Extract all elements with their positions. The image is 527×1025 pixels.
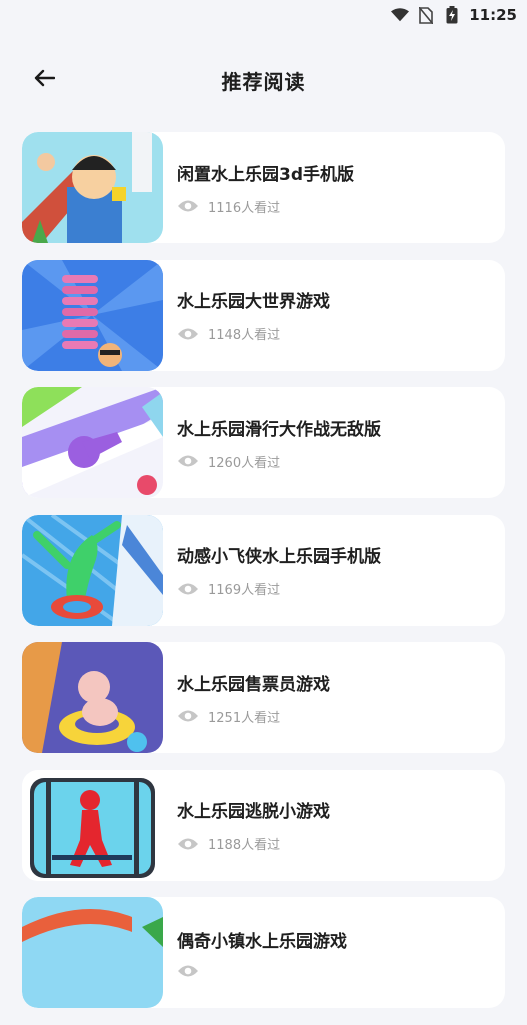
no-sim-icon — [417, 6, 435, 24]
header: 推荐阅读 — [0, 52, 527, 108]
view-count: 1116人看过 — [177, 197, 354, 216]
article-card[interactable]: 水上乐园逃脱小游戏 1188人看过 — [22, 769, 505, 881]
article-info: 闲置水上乐园3d手机版 1116人看过 — [163, 160, 354, 216]
article-card[interactable]: 水上乐园售票员游戏 1251人看过 — [22, 642, 505, 753]
eye-icon — [177, 454, 199, 468]
view-count: 1169人看过 — [177, 579, 381, 598]
view-count: 1188人看过 — [177, 834, 330, 853]
article-card[interactable]: 水上乐园滑行大作战无敌版 1260人看过 — [22, 387, 505, 498]
game-thumbnail — [22, 132, 163, 243]
view-count-text: 1116人看过 — [208, 200, 281, 216]
view-count-text: 1148人看过 — [208, 328, 281, 343]
view-count: 1251人看过 — [177, 707, 330, 726]
article-card[interactable]: 偶奇小镇水上乐园游戏 — [22, 897, 505, 1008]
article-info: 水上乐园大世界游戏 1148人看过 — [163, 287, 330, 343]
battery-charging-icon — [443, 6, 461, 24]
article-title: 水上乐园大世界游戏 — [177, 292, 330, 312]
view-count-text: 1169人看过 — [208, 583, 281, 598]
back-button[interactable] — [28, 64, 60, 96]
view-count: 1260人看过 — [177, 452, 381, 471]
game-thumbnail — [22, 897, 163, 1008]
eye-icon — [177, 199, 199, 213]
view-count-text: 1260人看过 — [208, 455, 281, 471]
page-title: 推荐阅读 — [221, 69, 306, 94]
article-title: 水上乐园滑行大作战无敌版 — [177, 419, 381, 440]
arrow-left-icon — [33, 69, 56, 91]
game-thumbnail — [22, 514, 163, 626]
article-title: 闲置水上乐园3d手机版 — [177, 164, 354, 185]
view-count — [177, 964, 347, 978]
wifi-icon — [391, 6, 410, 24]
article-card[interactable]: 动感小飞侠水上乐园手机版 1169人看过 — [22, 514, 505, 626]
article-info: 动感小飞侠水上乐园手机版 1169人看过 — [163, 542, 381, 598]
eye-icon — [177, 964, 199, 978]
article-info: 水上乐园逃脱小游戏 1188人看过 — [163, 797, 330, 853]
eye-icon — [177, 837, 199, 851]
article-card[interactable]: 闲置水上乐园3d手机版 1116人看过 — [22, 132, 505, 243]
article-info: 水上乐园售票员游戏 1251人看过 — [163, 670, 330, 726]
game-thumbnail — [22, 259, 163, 371]
eye-icon — [177, 709, 199, 723]
game-thumbnail — [22, 642, 163, 753]
article-title: 水上乐园逃脱小游戏 — [177, 802, 330, 822]
article-list: 闲置水上乐园3d手机版 1116人看过 水上乐园大世界游戏 1148人看过 水上… — [22, 132, 505, 1025]
status-bar: 11:25 — [0, 0, 527, 30]
article-title: 动感小飞侠水上乐园手机版 — [177, 547, 381, 567]
article-title: 水上乐园售票员游戏 — [177, 674, 330, 695]
article-info: 水上乐园滑行大作战无敌版 1260人看过 — [163, 415, 381, 471]
article-card[interactable]: 水上乐园大世界游戏 1148人看过 — [22, 259, 505, 371]
view-count-text: 1251人看过 — [208, 710, 281, 726]
view-count-text: 1188人看过 — [208, 838, 281, 853]
game-thumbnail — [22, 769, 163, 881]
clock: 11:25 — [469, 6, 517, 24]
article-info: 偶奇小镇水上乐园游戏 — [163, 927, 347, 978]
eye-icon — [177, 327, 199, 341]
article-title: 偶奇小镇水上乐园游戏 — [177, 932, 347, 952]
eye-icon — [177, 582, 199, 596]
game-thumbnail — [22, 387, 163, 498]
view-count: 1148人看过 — [177, 324, 330, 343]
